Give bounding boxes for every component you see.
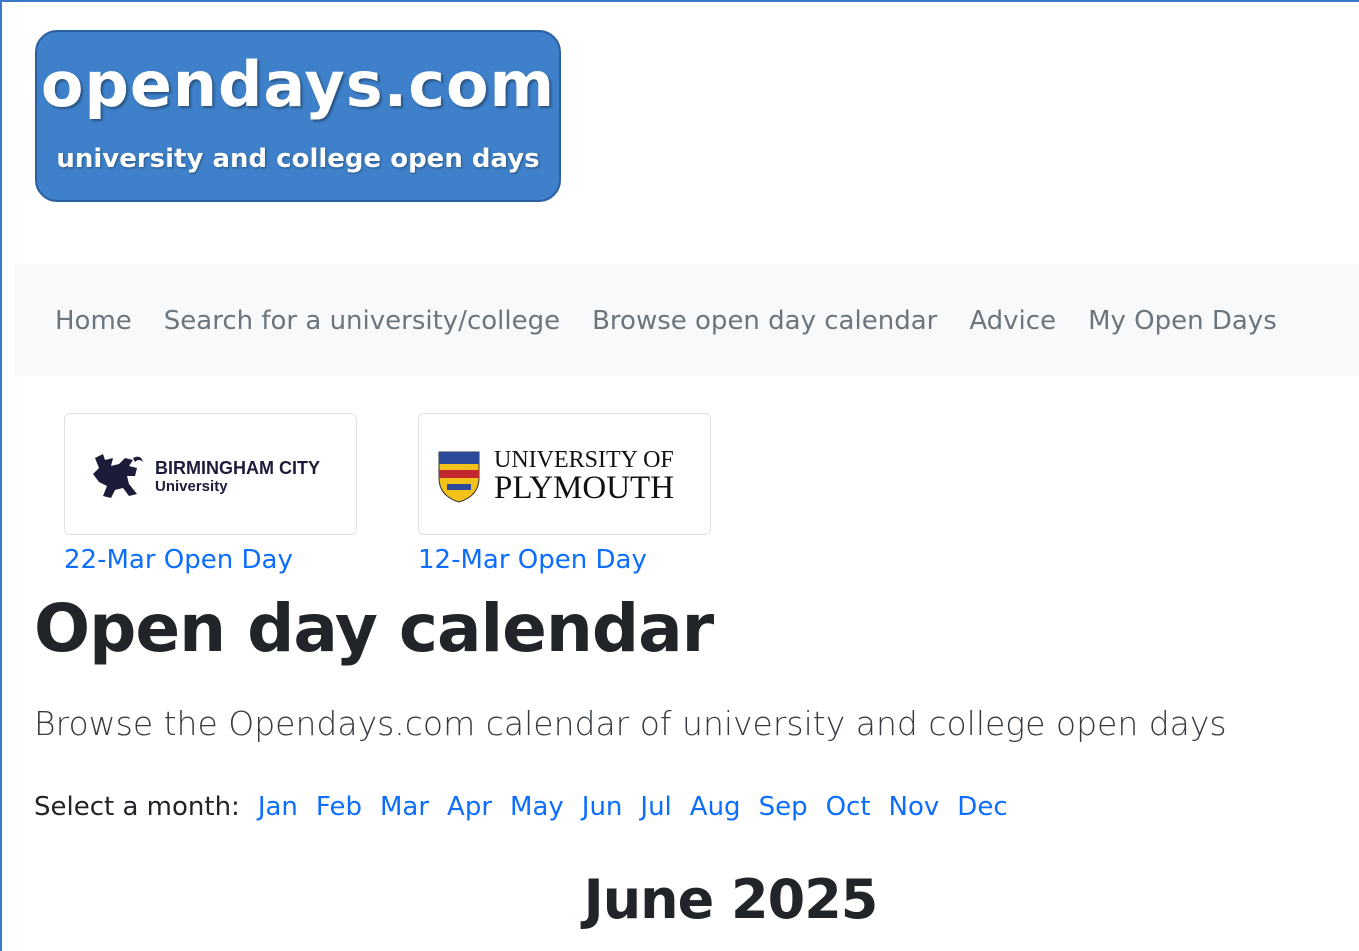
month-link-apr[interactable]: Apr <box>447 792 492 822</box>
month-link-jan[interactable]: Jan <box>258 792 298 822</box>
month-link-feb[interactable]: Feb <box>316 792 362 822</box>
site-logo[interactable]: opendays.com university and college open… <box>35 30 561 202</box>
birmingham-sub: University <box>155 478 228 495</box>
month-link-dec[interactable]: Dec <box>957 792 1007 822</box>
nav-item-calendar[interactable]: Browse open day calendar <box>592 306 937 336</box>
month-link-mar[interactable]: Mar <box>380 792 429 822</box>
birmingham-open-day-link[interactable]: 22-Mar Open Day <box>64 545 293 575</box>
birmingham-city-logo-icon <box>93 454 143 498</box>
month-link-sep[interactable]: Sep <box>759 792 808 822</box>
plymouth-name-top: UNIVERSITY OF <box>494 447 674 473</box>
featured-card-birmingham[interactable]: BIRMINGHAM CITY University <box>64 413 357 535</box>
month-link-jun[interactable]: Jun <box>582 792 623 822</box>
month-selector-label: Select a month: <box>34 792 240 822</box>
nav-item-advice[interactable]: Advice <box>969 306 1056 336</box>
logo-brand: opendays.com <box>40 48 556 121</box>
month-selector: Select a month: Jan Feb Mar Apr May Jun … <box>34 792 1026 822</box>
birmingham-name: BIRMINGHAM CITY <box>155 458 320 478</box>
logo-tagline: university and college open days <box>56 144 540 174</box>
main-navbar: Home Search for a university/college Bro… <box>15 264 1359 376</box>
plymouth-open-day-link[interactable]: 12-Mar Open Day <box>418 545 647 575</box>
month-link-jul[interactable]: Jul <box>640 792 671 822</box>
featured-card-plymouth[interactable]: UNIVERSITY OF PLYMOUTH <box>418 413 711 535</box>
current-month-heading: June 2025 <box>583 868 879 931</box>
nav-item-my-open-days[interactable]: My Open Days <box>1088 306 1277 336</box>
page-title: Open day calendar <box>34 590 714 667</box>
nav-item-search[interactable]: Search for a university/college <box>164 306 560 336</box>
plymouth-name-bottom: PLYMOUTH <box>494 470 675 506</box>
nav-item-home[interactable]: Home <box>55 306 132 336</box>
page-lead: Browse the Opendays.com calendar of univ… <box>34 704 1227 743</box>
month-link-nov[interactable]: Nov <box>889 792 940 822</box>
month-link-aug[interactable]: Aug <box>690 792 741 822</box>
plymouth-crest-icon <box>438 451 480 503</box>
month-link-oct[interactable]: Oct <box>826 792 871 822</box>
month-link-may[interactable]: May <box>510 792 564 822</box>
